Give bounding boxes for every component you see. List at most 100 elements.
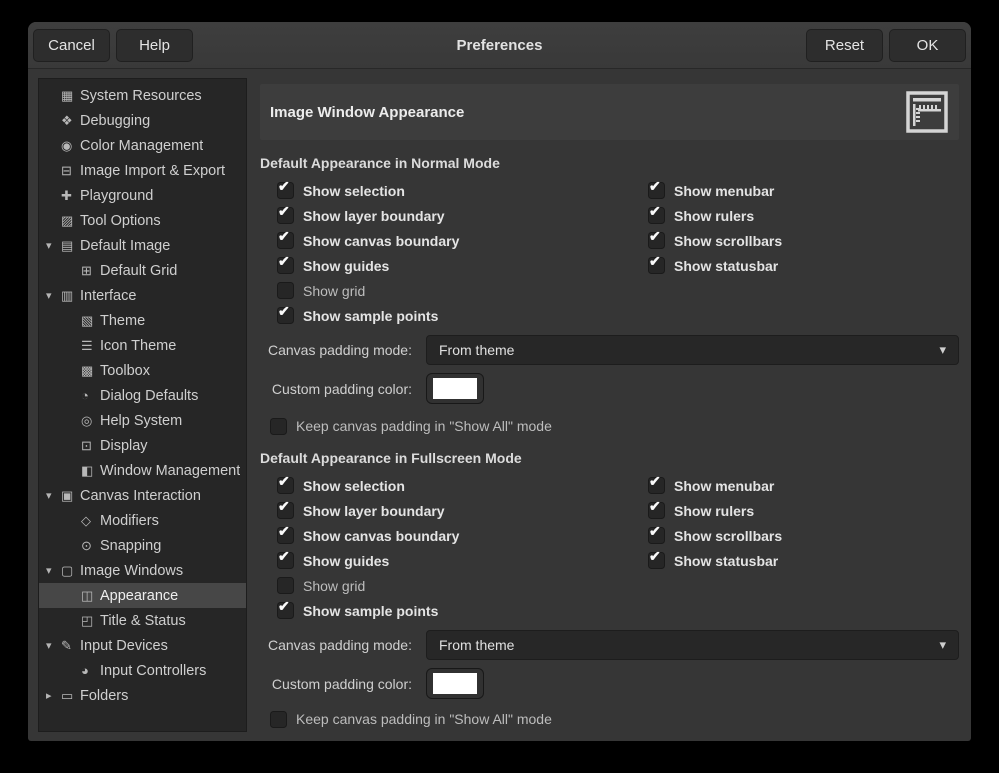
sidebar-item-debugging[interactable]: ❖Debugging — [39, 108, 246, 133]
sidebar-item-help-system[interactable]: ◎Help System — [39, 408, 246, 433]
help-button[interactable]: Help — [116, 29, 193, 62]
collapse-arrow-icon[interactable]: ▾ — [46, 564, 61, 577]
checkbox-label: Show selection — [303, 183, 405, 199]
sidebar-item-default-image[interactable]: ▾▤Default Image — [39, 233, 246, 258]
check-icon: ✔ — [278, 473, 290, 490]
checkbox-row: ✔Show grid — [260, 278, 633, 303]
checkbox-show-guides-normal[interactable]: ✔ — [277, 257, 294, 274]
sidebar-item-image-windows[interactable]: ▾▢Image Windows — [39, 558, 246, 583]
checkbox-keep-canvas-padding-fullscreen[interactable]: ✔ — [270, 711, 287, 728]
cancel-button[interactable]: Cancel — [33, 29, 110, 62]
checkbox-show-guides-fullscreen[interactable]: ✔ — [277, 552, 294, 569]
collapse-arrow-icon[interactable]: ▾ — [46, 239, 61, 252]
sidebar-item-label: Dialog Defaults — [100, 388, 198, 404]
folders-icon: ▭ — [61, 688, 80, 704]
collapse-arrow-icon[interactable]: ▾ — [46, 639, 61, 652]
sidebar-item-title-status[interactable]: ◰Title & Status — [39, 608, 246, 633]
checkbox-show-rulers-normal[interactable]: ✔ — [648, 207, 665, 224]
system-resources-icon: ▦ — [61, 88, 80, 104]
checkbox-show-scrollbars-fullscreen[interactable]: ✔ — [648, 527, 665, 544]
checkbox-show-statusbar-normal[interactable]: ✔ — [648, 257, 665, 274]
image-windows-icon: ▢ — [61, 563, 80, 579]
display-icon: ⊡ — [81, 438, 100, 454]
checkbox-show-layer-boundary-normal[interactable]: ✔ — [277, 207, 294, 224]
checkbox-keep-canvas-padding-normal[interactable]: ✔ — [270, 418, 287, 435]
sidebar-item-label: Help System — [100, 413, 182, 429]
check-icon: ✔ — [278, 523, 290, 540]
collapse-arrow-icon[interactable]: ▾ — [46, 289, 61, 302]
canvas-padding-mode-select-fullscreen[interactable]: From theme▾ — [426, 630, 959, 660]
checkbox-show-sample-points-normal[interactable]: ✔ — [277, 307, 294, 324]
sidebar-item-color-management[interactable]: ◉Color Management — [39, 133, 246, 158]
checkbox-show-statusbar-fullscreen[interactable]: ✔ — [648, 552, 665, 569]
custom-padding-color-button-normal[interactable] — [426, 373, 484, 404]
canvas-padding-mode-select-normal[interactable]: From theme▾ — [426, 335, 959, 365]
sidebar: ▦System Resources❖Debugging◉Color Manage… — [38, 78, 247, 732]
reset-button[interactable]: Reset — [806, 29, 883, 62]
sidebar-item-label: Interface — [80, 288, 136, 304]
page-header: Image Window Appearance — [260, 84, 959, 140]
expand-arrow-icon[interactable]: ▸ — [46, 689, 61, 702]
sidebar-item-canvas-interaction[interactable]: ▾▣Canvas Interaction — [39, 483, 246, 508]
sidebar-item-label: Toolbox — [100, 363, 150, 379]
checkbox-show-canvas-boundary-normal[interactable]: ✔ — [277, 232, 294, 249]
sidebar-item-dialog-defaults[interactable]: ◔Dialog Defaults — [39, 383, 246, 408]
checkbox-row: ✔Show menubar — [633, 178, 782, 203]
sidebar-item-folders[interactable]: ▸▭Folders — [39, 683, 246, 708]
checkbox-show-grid-normal[interactable]: ✔ — [277, 282, 294, 299]
checkbox-show-selection-fullscreen[interactable]: ✔ — [277, 477, 294, 494]
sidebar-item-label: Appearance — [100, 588, 178, 604]
sidebar-item-appearance[interactable]: ◫Appearance — [39, 583, 246, 608]
sidebar-item-input-controllers[interactable]: ◕Input Controllers — [39, 658, 246, 683]
sidebar-item-input-devices[interactable]: ▾✎Input Devices — [39, 633, 246, 658]
sidebar-item-window-management[interactable]: ◧Window Management — [39, 458, 246, 483]
ok-button[interactable]: OK — [889, 29, 966, 62]
checkbox-show-menubar-normal[interactable]: ✔ — [648, 182, 665, 199]
checkbox-label: Show scrollbars — [674, 233, 782, 249]
sidebar-item-default-grid[interactable]: ⊞Default Grid — [39, 258, 246, 283]
checkbox-label: Show menubar — [674, 478, 774, 494]
appearance-icon: ◫ — [81, 588, 100, 604]
checkbox-show-selection-normal[interactable]: ✔ — [277, 182, 294, 199]
keep-canvas-padding-row-fullscreen: ✔Keep canvas padding in "Show All" mode — [260, 707, 959, 731]
modifiers-icon: ◇ — [81, 513, 100, 529]
check-icon: ✔ — [278, 598, 290, 615]
sidebar-item-label: Modifiers — [100, 513, 159, 529]
sidebar-item-image-import-export[interactable]: ⊟Image Import & Export — [39, 158, 246, 183]
snapping-icon: ⊙ — [81, 538, 100, 554]
check-icon: ✔ — [649, 473, 661, 490]
color-swatch — [433, 378, 477, 399]
custom-padding-color-button-fullscreen[interactable] — [426, 668, 484, 699]
sidebar-item-tool-options[interactable]: ▨Tool Options — [39, 208, 246, 233]
sidebar-item-toolbox[interactable]: ▩Toolbox — [39, 358, 246, 383]
sidebar-item-label: Playground — [80, 188, 153, 204]
sidebar-item-snapping[interactable]: ⊙Snapping — [39, 533, 246, 558]
checkbox-show-menubar-fullscreen[interactable]: ✔ — [648, 477, 665, 494]
sidebar-item-theme[interactable]: ▧Theme — [39, 308, 246, 333]
sidebar-item-label: System Resources — [80, 88, 202, 104]
checkbox-show-sample-points-fullscreen[interactable]: ✔ — [277, 602, 294, 619]
sidebar-item-interface[interactable]: ▾▥Interface — [39, 283, 246, 308]
collapse-arrow-icon[interactable]: ▾ — [46, 489, 61, 502]
sidebar-item-label: Image Windows — [80, 563, 183, 579]
dropdown-selected-value: From theme — [439, 342, 514, 358]
interface-icon: ▥ — [61, 288, 80, 304]
checkbox-label: Show guides — [303, 258, 389, 274]
sidebar-item-icon-theme[interactable]: ☰Icon Theme — [39, 333, 246, 358]
checkbox-label: Show guides — [303, 553, 389, 569]
checkbox-row: ✔Show canvas boundary — [260, 523, 633, 548]
sidebar-item-playground[interactable]: ✚Playground — [39, 183, 246, 208]
sidebar-item-display[interactable]: ⊡Display — [39, 433, 246, 458]
checkbox-show-scrollbars-normal[interactable]: ✔ — [648, 232, 665, 249]
sidebar-item-label: Color Management — [80, 138, 203, 154]
checkbox-show-canvas-boundary-fullscreen[interactable]: ✔ — [277, 527, 294, 544]
checkbox-show-grid-fullscreen[interactable]: ✔ — [277, 577, 294, 594]
canvas-padding-mode-label: Canvas padding mode: — [260, 342, 412, 358]
checkbox-show-rulers-fullscreen[interactable]: ✔ — [648, 502, 665, 519]
sidebar-item-system-resources[interactable]: ▦System Resources — [39, 83, 246, 108]
check-icon: ✔ — [649, 523, 661, 540]
checkbox-show-layer-boundary-fullscreen[interactable]: ✔ — [277, 502, 294, 519]
checkbox-label: Show statusbar — [674, 258, 778, 274]
checkbox-row: ✔ Show guides — [260, 548, 633, 573]
sidebar-item-modifiers[interactable]: ◇Modifiers — [39, 508, 246, 533]
